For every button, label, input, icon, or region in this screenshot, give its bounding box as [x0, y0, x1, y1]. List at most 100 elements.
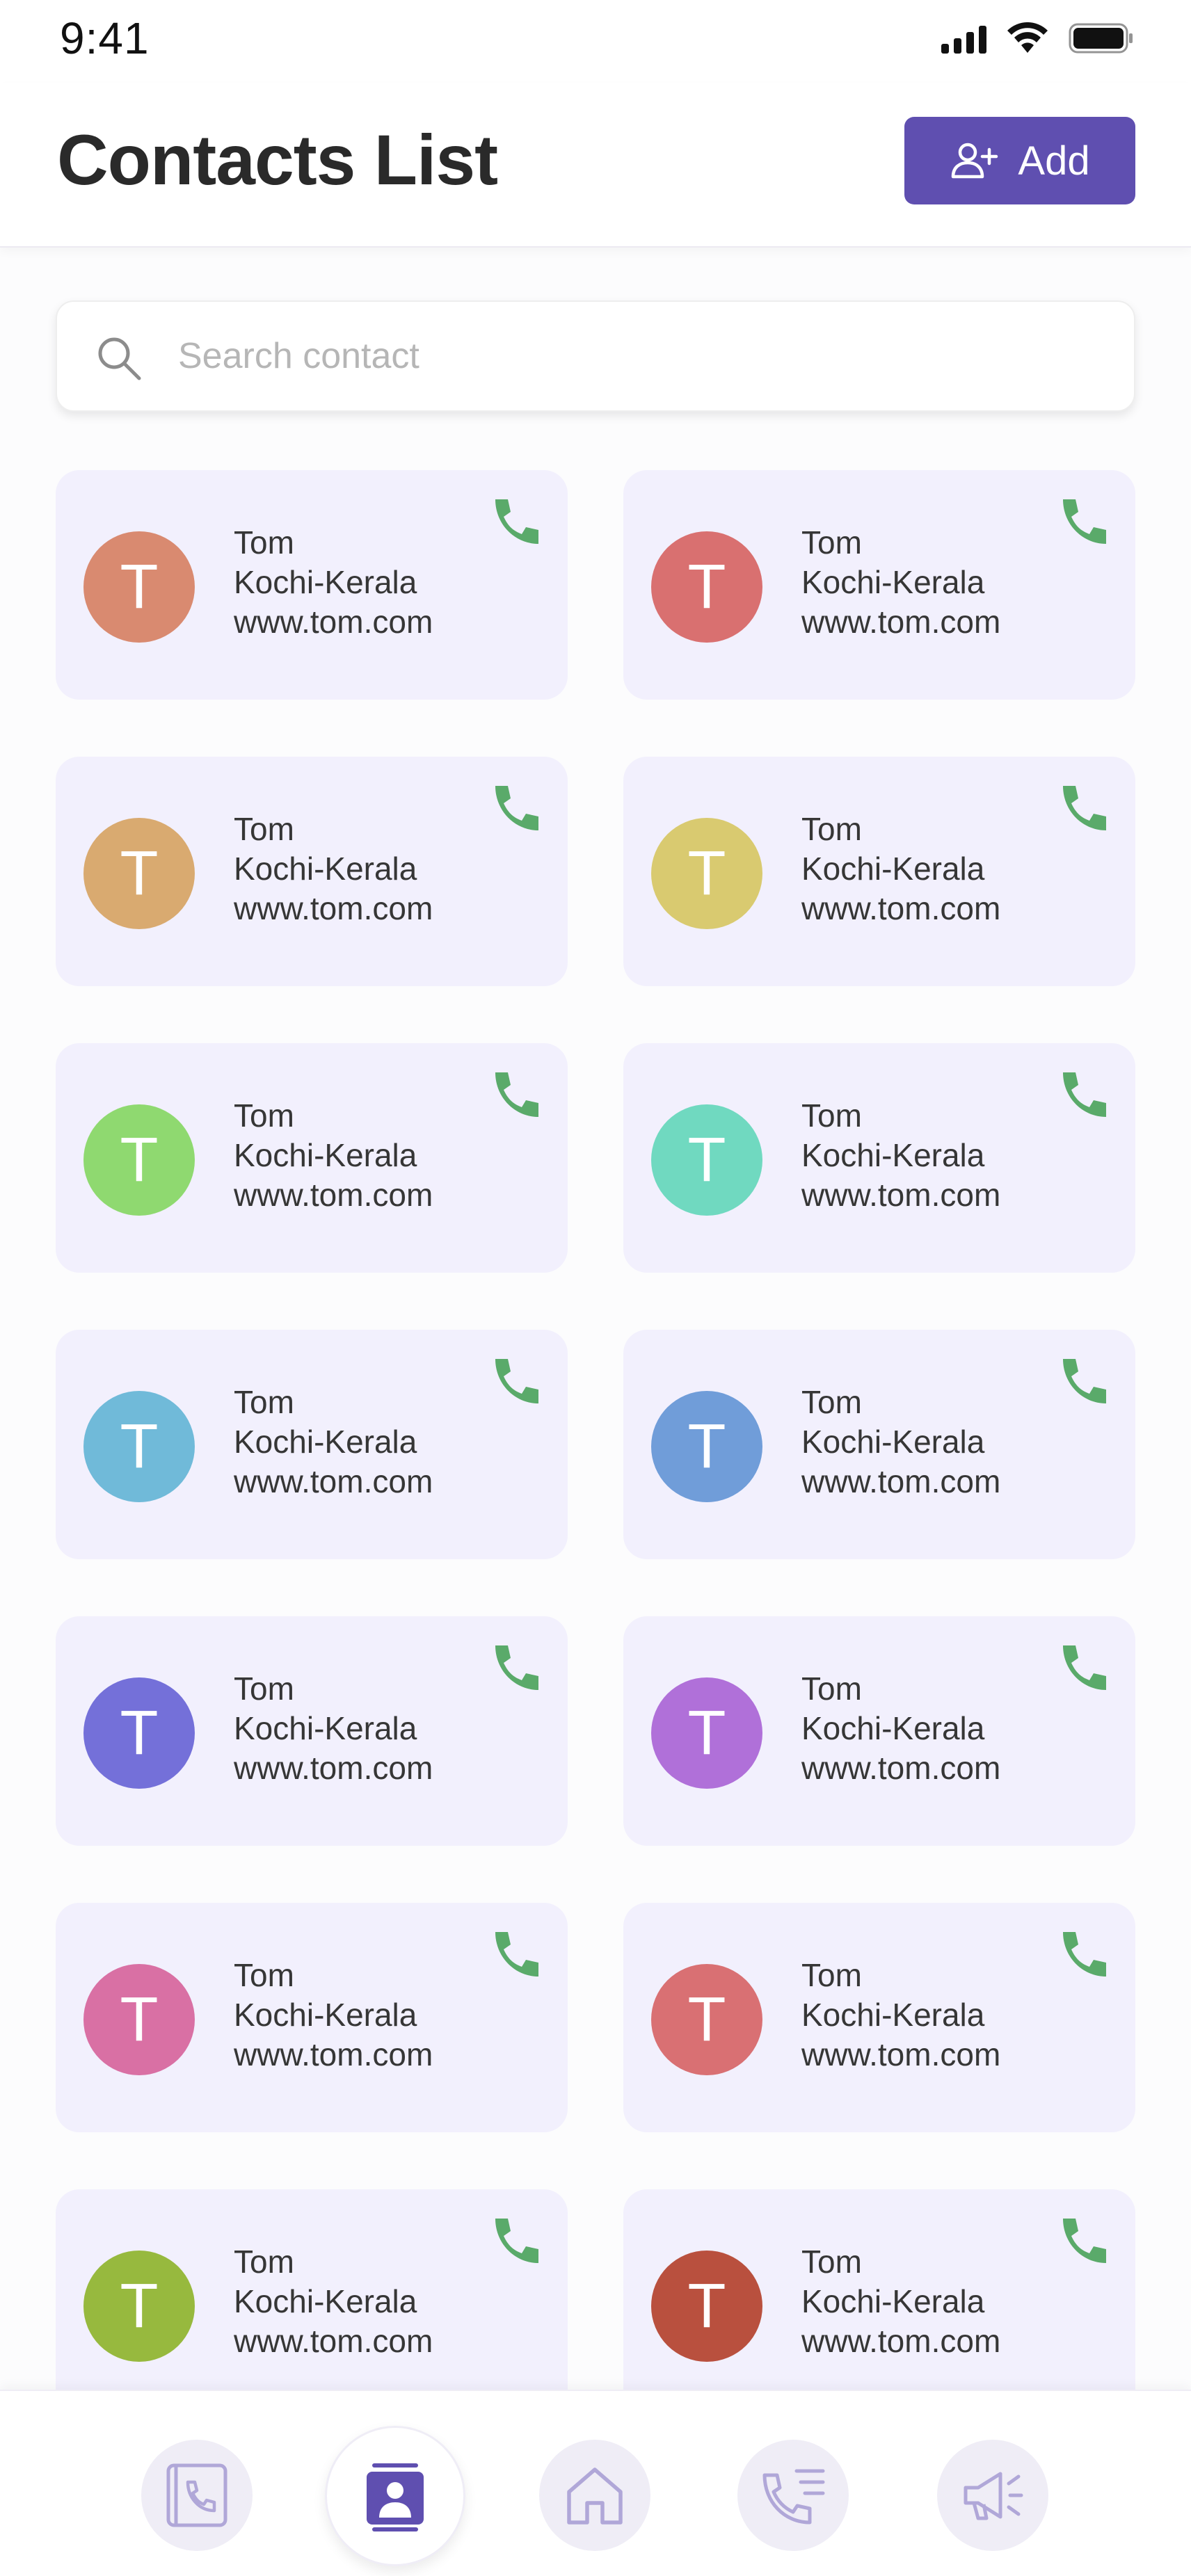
contact-website: www.tom.com: [801, 890, 1001, 926]
contact-location: Kochi-Kerala: [801, 1137, 985, 1173]
contact-location: Kochi-Kerala: [801, 1997, 985, 2033]
phone-icon[interactable]: [1057, 495, 1110, 548]
contact-card[interactable]: T Tom Kochi-Kerala www.tom.com: [623, 1043, 1135, 1273]
phone-icon[interactable]: [490, 1068, 543, 1121]
contact-website: www.tom.com: [801, 1177, 1001, 1213]
contact-avatar: T: [83, 1104, 195, 1216]
contact-avatar: T: [83, 818, 195, 929]
contact-name: Tom: [801, 1384, 862, 1420]
nav-home-button[interactable]: [539, 2440, 650, 2551]
contact-location: Kochi-Kerala: [801, 564, 985, 600]
contact-avatar: T: [651, 1964, 762, 2075]
nav-megaphone-button[interactable]: [937, 2440, 1048, 2551]
call-log-icon: [755, 2457, 831, 2534]
contact-info: Tom Kochi-Kerala www.tom.com: [234, 1669, 433, 1788]
contact-website: www.tom.com: [234, 1463, 433, 1499]
contact-name: Tom: [234, 1957, 294, 1993]
contact-location: Kochi-Kerala: [801, 851, 985, 887]
nav-call-log-button[interactable]: [737, 2440, 849, 2551]
contact-website: www.tom.com: [801, 2036, 1001, 2072]
phone-icon[interactable]: [1057, 1068, 1110, 1121]
nav-contact-card-button[interactable]: [325, 2426, 465, 2566]
nav-phonebook-button[interactable]: [141, 2440, 253, 2551]
phone-icon[interactable]: [490, 1355, 543, 1408]
contact-info: Tom Kochi-Kerala www.tom.com: [234, 523, 433, 642]
contact-info: Tom Kochi-Kerala www.tom.com: [801, 1383, 1000, 1502]
contact-website: www.tom.com: [234, 1750, 433, 1786]
add-contact-button[interactable]: Add: [904, 117, 1135, 204]
search-input[interactable]: Search contact: [56, 300, 1135, 412]
contact-name: Tom: [801, 811, 862, 847]
contact-card[interactable]: T Tom Kochi-Kerala www.tom.com: [56, 1616, 568, 1846]
contact-card[interactable]: T Tom Kochi-Kerala www.tom.com: [623, 470, 1135, 700]
phone-icon[interactable]: [1057, 1928, 1110, 1981]
contact-website: www.tom.com: [801, 1750, 1001, 1786]
contact-info: Tom Kochi-Kerala www.tom.com: [234, 1096, 433, 1215]
search-placeholder: Search contact: [178, 336, 419, 376]
phone-icon[interactable]: [1057, 782, 1110, 835]
contact-website: www.tom.com: [801, 2323, 1001, 2359]
add-user-icon: [952, 143, 998, 179]
contact-card[interactable]: T Tom Kochi-Kerala www.tom.com: [56, 1043, 568, 1273]
contact-location: Kochi-Kerala: [234, 851, 417, 887]
contact-location: Kochi-Kerala: [234, 2283, 417, 2319]
contact-avatar: T: [651, 1677, 762, 1789]
phone-icon[interactable]: [1057, 1641, 1110, 1694]
contact-avatar: T: [83, 1391, 195, 1502]
phonebook-icon: [159, 2457, 235, 2534]
contact-info: Tom Kochi-Kerala www.tom.com: [801, 1669, 1000, 1788]
contact-location: Kochi-Kerala: [234, 1997, 417, 2033]
contact-avatar: T: [83, 2251, 195, 2362]
phone-icon[interactable]: [490, 495, 543, 548]
contact-website: www.tom.com: [234, 890, 433, 926]
phone-icon[interactable]: [490, 782, 543, 835]
status-time: 9:41: [60, 13, 150, 63]
phone-icon[interactable]: [1057, 2214, 1110, 2267]
contact-avatar: T: [651, 1104, 762, 1216]
contact-card[interactable]: T Tom Kochi-Kerala www.tom.com: [623, 2189, 1135, 2419]
contact-card[interactable]: T Tom Kochi-Kerala www.tom.com: [56, 1330, 568, 1559]
contact-name: Tom: [801, 2244, 862, 2280]
contact-website: www.tom.com: [234, 2036, 433, 2072]
contact-location: Kochi-Kerala: [234, 1424, 417, 1460]
contact-name: Tom: [234, 1671, 294, 1707]
add-button-label: Add: [1018, 138, 1090, 184]
bottom-nav: [0, 2390, 1191, 2576]
phone-icon[interactable]: [490, 1641, 543, 1694]
contact-location: Kochi-Kerala: [801, 1710, 985, 1746]
contact-grid: T Tom Kochi-Kerala www.tom.com T Tom Koc…: [56, 470, 1135, 2419]
contact-info: Tom Kochi-Kerala www.tom.com: [801, 1956, 1000, 2075]
contact-avatar: T: [83, 531, 195, 643]
contact-card[interactable]: T Tom Kochi-Kerala www.tom.com: [623, 757, 1135, 986]
contact-avatar: T: [651, 818, 762, 929]
contact-card[interactable]: T Tom Kochi-Kerala www.tom.com: [56, 1903, 568, 2132]
contact-card[interactable]: T Tom Kochi-Kerala www.tom.com: [56, 470, 568, 700]
contact-card[interactable]: T Tom Kochi-Kerala www.tom.com: [56, 757, 568, 986]
contact-name: Tom: [234, 2244, 294, 2280]
contact-location: Kochi-Kerala: [801, 1424, 985, 1460]
contact-avatar: T: [651, 531, 762, 643]
contact-info: Tom Kochi-Kerala www.tom.com: [234, 810, 433, 928]
phone-icon[interactable]: [1057, 1355, 1110, 1408]
contact-location: Kochi-Kerala: [801, 2283, 985, 2319]
contact-card[interactable]: T Tom Kochi-Kerala www.tom.com: [623, 1903, 1135, 2132]
contact-name: Tom: [234, 1097, 294, 1134]
contact-card[interactable]: T Tom Kochi-Kerala www.tom.com: [623, 1330, 1135, 1559]
contact-info: Tom Kochi-Kerala www.tom.com: [801, 2242, 1000, 2361]
contact-info: Tom Kochi-Kerala www.tom.com: [234, 1383, 433, 1502]
phone-icon[interactable]: [490, 2214, 543, 2267]
status-bar: 9:41: [0, 0, 1191, 83]
status-icons: [941, 21, 1134, 56]
contact-card-icon: [357, 2458, 433, 2534]
contact-info: Tom Kochi-Kerala www.tom.com: [234, 2242, 433, 2361]
contact-card[interactable]: T Tom Kochi-Kerala www.tom.com: [623, 1616, 1135, 1846]
contact-location: Kochi-Kerala: [234, 564, 417, 600]
contact-location: Kochi-Kerala: [234, 1137, 417, 1173]
contact-info: Tom Kochi-Kerala www.tom.com: [801, 523, 1000, 642]
contact-card[interactable]: T Tom Kochi-Kerala www.tom.com: [56, 2189, 568, 2419]
search-icon: [98, 337, 141, 380]
contact-name: Tom: [234, 811, 294, 847]
cellular-signal-icon: [941, 23, 986, 54]
phone-icon[interactable]: [490, 1928, 543, 1981]
contact-name: Tom: [234, 524, 294, 561]
